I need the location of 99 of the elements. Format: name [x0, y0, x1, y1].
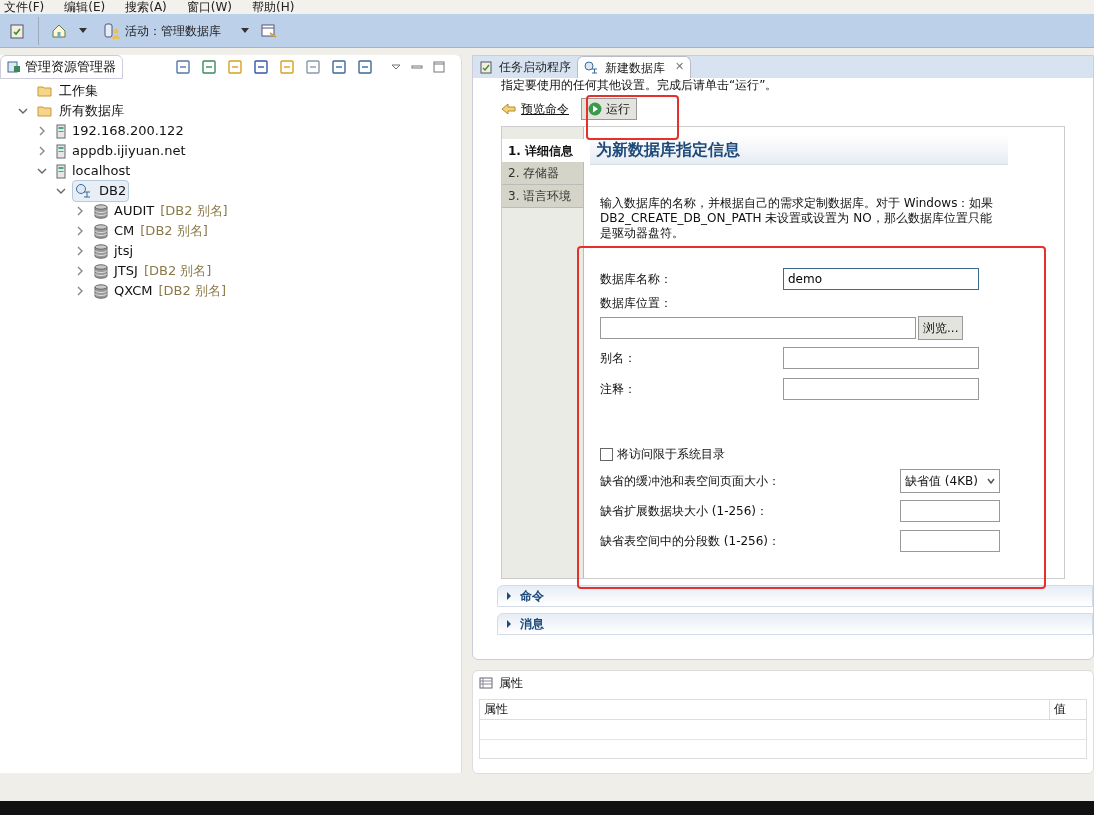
location-field[interactable]	[600, 317, 916, 339]
panel-title: 属性	[499, 675, 523, 692]
column-header: 值	[1053, 701, 1067, 718]
tab-label: 任务启动程序	[499, 59, 571, 76]
explorer-icon	[7, 60, 21, 74]
menu-item[interactable]: 文件(F)	[4, 0, 45, 14]
task-icon	[479, 60, 493, 74]
field-label: 缺省表空间中的分段数 (1-256)：	[600, 533, 781, 550]
tree-item[interactable]: jtsj	[91, 240, 137, 262]
window-icon[interactable]	[261, 22, 277, 39]
field-label: 缺省扩展数据块大小 (1-256)：	[600, 503, 769, 520]
field-label: 数据库位置：	[600, 295, 673, 312]
collapsible-section[interactable]: 命令	[497, 585, 1093, 607]
alias-tag: [DB2 别名]	[160, 201, 228, 221]
tree-item-label: 所有数据库	[59, 102, 124, 121]
database-user-icon	[103, 21, 121, 40]
instance-icon	[584, 60, 599, 75]
tree-item[interactable]: 工作集	[34, 80, 101, 102]
tree-item-label: JTSJ	[114, 262, 138, 281]
preview-command-link[interactable]: 预览命令	[521, 100, 569, 118]
tree-item[interactable]: AUDIT [DB2 别名]	[91, 200, 231, 222]
alias-tag: [DB2 别名]	[158, 281, 226, 301]
play-icon	[588, 102, 602, 116]
panel-tab[interactable]: 管理资源管理器	[0, 55, 123, 79]
checkbox-label: 将访问限于系统目录	[617, 446, 725, 463]
editor-tab[interactable]: 新建数据库 ✕	[577, 56, 692, 78]
activity-label[interactable]: 活动：管理数据库	[125, 21, 221, 40]
intro-text: 指定要使用的任何其他设置。完成后请单击“运行”。	[501, 78, 779, 92]
alias-tag: [DB2 别名]	[140, 221, 208, 241]
tree-item-label: 工作集	[59, 82, 98, 101]
database-icon	[94, 223, 108, 239]
step-tab[interactable]: 3. 语言环境	[502, 185, 583, 208]
tree-item-label: localhost	[72, 162, 131, 181]
dropdown-arrow-icon[interactable]	[79, 28, 87, 33]
menu-item[interactable]: 编辑(E)	[64, 0, 106, 14]
close-icon[interactable]: ✕	[675, 59, 685, 76]
field-label: 数据库名称：	[600, 270, 672, 288]
tree-item[interactable]: CM [DB2 别名]	[91, 220, 211, 242]
tree-item-label: 192.168.200.122	[72, 122, 184, 141]
text-field[interactable]: demo	[783, 267, 979, 290]
tab-label: 新建数据库	[605, 59, 665, 77]
tree-item-label: QXCM	[114, 282, 153, 301]
number-field[interactable]	[900, 500, 1000, 522]
panel-title: 管理资源管理器	[25, 58, 116, 77]
alias-tag: [DB2 别名]	[143, 261, 212, 281]
minimize-icon[interactable]	[411, 65, 423, 69]
table-icon	[479, 677, 493, 689]
text-field[interactable]	[783, 346, 979, 369]
tree-item-label: CM	[114, 222, 135, 241]
view-menu-icon[interactable]	[391, 64, 401, 70]
collapsible-section[interactable]: 消息	[497, 613, 1093, 635]
folder-icon	[37, 84, 53, 98]
menu-item[interactable]: 窗口(W)	[186, 0, 233, 14]
tree-item[interactable]: QXCM [DB2 别名]	[91, 280, 229, 302]
instance-icon	[75, 183, 93, 199]
tree-item[interactable]: 所有数据库	[34, 100, 127, 122]
folder-icon	[37, 104, 53, 118]
description-text: 输入数据库的名称，并根据自己的需求定制数据库。对于 Windows：如果 DB2_CREATE_DB_ON_PATH 未设置或设置为 NO，那么数据库位置只能是驱动器盘符。	[600, 196, 995, 241]
tree-item[interactable]: appdb.ijiyuan.net	[53, 140, 189, 162]
field-label: 缺省的缓冲池和表空间页面大小：	[600, 473, 780, 490]
tree-item[interactable]: localhost	[53, 160, 134, 182]
editor-tab[interactable]: 任务启动程序	[473, 56, 577, 78]
database-icon	[94, 263, 108, 279]
tree-item[interactable]: DB2	[72, 180, 130, 202]
caret-right-icon	[506, 592, 512, 600]
tree-item-label: DB2	[99, 182, 127, 201]
number-field[interactable]	[900, 530, 1000, 552]
clipboard-icon[interactable]	[8, 21, 26, 40]
arrow-left-icon	[501, 102, 517, 116]
field-label: 注释：	[600, 380, 636, 398]
chevron-down-icon	[987, 478, 995, 484]
page-size-select[interactable]: 缺省值 (4KB)	[900, 469, 1000, 493]
run-button[interactable]: 运行	[581, 98, 637, 120]
step-tab[interactable]: 2. 存储器	[502, 162, 583, 185]
server-icon	[56, 163, 66, 179]
menu-item[interactable]: 搜索(A)	[125, 0, 167, 14]
browse-button[interactable]: 浏览...	[918, 316, 964, 340]
step-tab[interactable]: 1. 详细信息	[502, 139, 585, 162]
chevron-down-icon[interactable]	[18, 106, 28, 116]
collapse-all-icon[interactable]	[175, 59, 191, 75]
tree-item-label: AUDIT	[114, 202, 155, 221]
checkbox[interactable]	[600, 447, 613, 461]
home-icon[interactable]	[51, 22, 67, 39]
caret-right-icon	[506, 620, 512, 628]
database-icon	[94, 283, 108, 299]
tree-item[interactable]: 192.168.200.122	[53, 120, 187, 142]
dropdown-arrow-icon[interactable]	[241, 28, 249, 33]
database-icon	[94, 243, 108, 259]
tree-item-label: jtsj	[114, 242, 134, 261]
server-icon	[56, 143, 66, 159]
server-icon	[56, 123, 66, 139]
tree-item-label: appdb.ijiyuan.net	[72, 142, 186, 161]
field-label: 别名：	[600, 349, 636, 367]
database-icon	[94, 203, 108, 219]
menu-item[interactable]: 帮助(H)	[252, 0, 295, 14]
maximize-icon[interactable]	[433, 61, 445, 73]
tree-item[interactable]: JTSJ [DB2 别名]	[91, 260, 215, 282]
text-field[interactable]	[783, 377, 979, 400]
column-header: 属性	[480, 700, 1050, 719]
